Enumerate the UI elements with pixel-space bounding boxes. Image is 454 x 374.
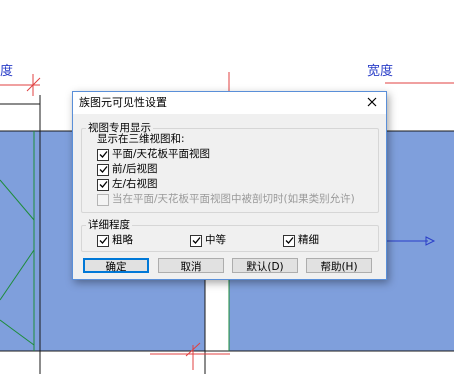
ok-button[interactable]: 确定: [83, 258, 149, 273]
checkbox-box[interactable]: [283, 234, 295, 247]
dimension-label-left: 度: [0, 64, 14, 79]
checkbox-medium[interactable]: 中等: [190, 234, 226, 247]
checkbox-box[interactable]: [97, 148, 109, 161]
check-icon: [192, 237, 201, 244]
checkbox-cut-in-plan: 当在平面/天花板平面视图中被剖切时(如果类别允许): [97, 193, 355, 206]
checkbox-label: 精细: [298, 234, 319, 246]
checkbox-label: 左/右视图: [112, 178, 158, 190]
checkbox-fine[interactable]: 精细: [283, 234, 319, 247]
dimension-label-right: 宽度: [367, 64, 394, 79]
checkbox-box[interactable]: [97, 163, 109, 176]
checkbox-label: 中等: [205, 234, 226, 246]
check-icon: [285, 237, 294, 244]
checkbox-label: 粗略: [112, 234, 133, 246]
checkbox-box[interactable]: [97, 178, 109, 191]
checkbox-label: 前/后视图: [112, 163, 158, 175]
dialog-title: 族图元可见性设置: [79, 96, 167, 109]
checkbox-box: [97, 193, 109, 206]
detail-level-group-label: 详细程度: [86, 219, 132, 231]
checkbox-front-back-view[interactable]: 前/后视图: [97, 163, 158, 176]
checkbox-box[interactable]: [190, 234, 202, 247]
check-icon: [99, 181, 108, 188]
close-button[interactable]: [358, 92, 386, 114]
checkbox-label: 平面/天花板平面视图: [112, 148, 211, 160]
checkbox-left-right-view[interactable]: 左/右视图: [97, 178, 158, 191]
dialog-titlebar[interactable]: 族图元可见性设置: [73, 92, 386, 114]
default-button[interactable]: 默认(D): [232, 258, 298, 273]
help-button[interactable]: 帮助(H): [306, 258, 372, 273]
cancel-button[interactable]: 取消: [158, 258, 224, 273]
check-icon: [99, 166, 108, 173]
close-icon: [367, 97, 377, 110]
view-group-subtitle: 显示在三维视图和:: [97, 133, 185, 145]
check-icon: [99, 237, 108, 244]
checkbox-box[interactable]: [97, 234, 109, 247]
visibility-settings-dialog: 族图元可见性设置 视图专用显示 显示在三维视图和: 平面/天花板平面视图 前/后…: [72, 91, 387, 280]
check-icon: [99, 151, 108, 158]
checkbox-label: 当在平面/天花板平面视图中被剖切时(如果类别允许): [112, 193, 355, 205]
checkbox-coarse[interactable]: 粗略: [97, 234, 133, 247]
checkbox-plan-view[interactable]: 平面/天花板平面视图: [97, 148, 210, 161]
white-gap-region: [205, 278, 229, 351]
